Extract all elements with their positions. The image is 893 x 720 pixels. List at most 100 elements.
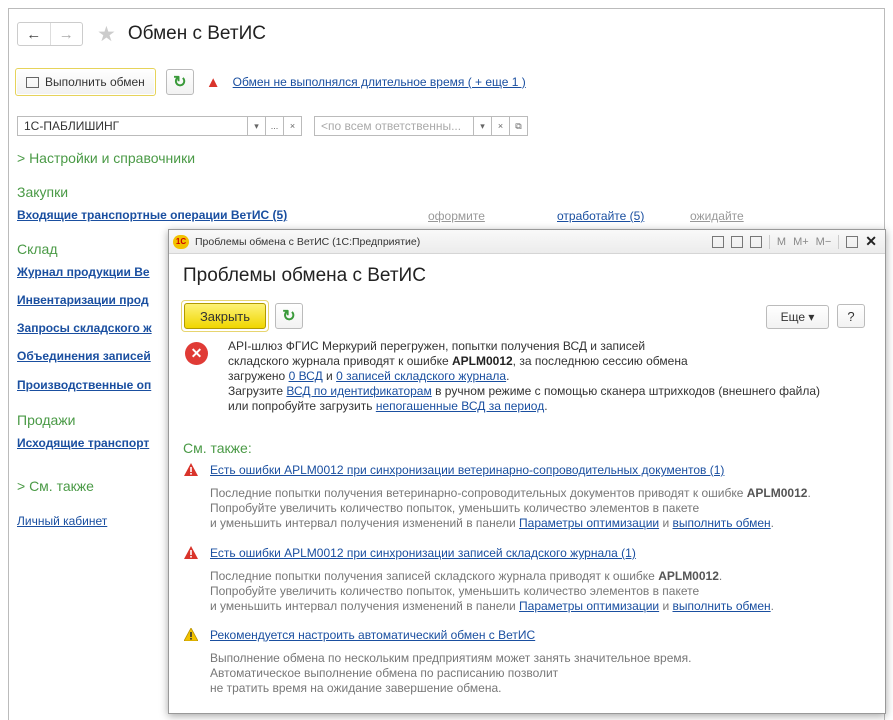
personal-cabinet-link[interactable]: Личный кабинет [17, 514, 107, 528]
dialog-heading: Проблемы обмена с ВетИС [183, 265, 426, 286]
run-exchange-link[interactable]: выполнить обмен [673, 516, 771, 530]
error-code: APLM0012 [658, 569, 719, 583]
close-button[interactable]: Закрыть [184, 303, 266, 329]
form-titlebar: ← → ★ Обмен с ВетИС [9, 9, 884, 59]
message-text: Загрузите [228, 384, 287, 398]
page-title: Обмен с ВетИС [127, 23, 266, 44]
incoming-transport-link[interactable]: Входящие транспортные операции ВетИС (5) [17, 208, 287, 222]
message-text: . [506, 369, 510, 383]
description-text: Выполнение обмена по нескольким предприя… [210, 651, 692, 665]
error-message: API-шлюз ФГИС Меркурий перегружен, попыт… [228, 339, 878, 414]
organization-select-button[interactable]: ... [266, 116, 284, 136]
settings-toggle[interactable]: > Настройки и справочники [17, 150, 195, 166]
nav-buttons: ← → [17, 22, 83, 46]
vsd-by-id-link[interactable]: ВСД по идентификаторам [286, 384, 431, 398]
description-text: Попробуйте увеличить количество попыток,… [210, 501, 700, 515]
run-exchange-button[interactable]: Выполнить обмен [15, 68, 156, 96]
journal-errors-link[interactable]: Есть ошибки APLM0012 при синхронизации з… [210, 546, 636, 560]
process-link[interactable]: отработайте (5) [557, 209, 644, 223]
warehouse-link[interactable]: Объединения записей [17, 349, 151, 363]
auto-exchange-description: Выполнение обмена по нескольким предприя… [210, 651, 870, 696]
see-also-toggle[interactable]: > См. также [17, 478, 94, 494]
auto-exchange-link[interactable]: Рекомендуется настроить автоматический о… [210, 628, 535, 642]
back-arrow-icon[interactable]: ← [18, 23, 50, 45]
wait-link[interactable]: ожидайте [690, 209, 744, 223]
dialog-refresh-button[interactable]: ↻ [275, 303, 303, 329]
description-text: Последние попытки получения записей скла… [210, 569, 659, 583]
description-text: Попробуйте увеличить количество попыток,… [210, 584, 700, 598]
warehouse-link[interactable]: Инвентаризации прод [17, 293, 149, 307]
refresh-button[interactable]: ↻ [165, 69, 194, 95]
refresh-icon: ↻ [173, 74, 187, 91]
filter-row: 1С-ПАБЛИШИНГ ▾ ... × <по всем ответствен… [17, 116, 528, 136]
message-text: , за последнюю сессию обмена [512, 354, 688, 368]
description-text: . [807, 486, 811, 500]
sales-heading: Продажи [17, 412, 76, 428]
message-text: и [322, 369, 337, 383]
print-icon[interactable] [711, 235, 724, 248]
unclosed-vsd-link[interactable]: непогашенные ВСД за период [376, 399, 544, 413]
description-text: и [659, 516, 673, 530]
error-triangle-icon [184, 546, 198, 559]
warehouse-heading: Склад [17, 241, 58, 257]
organization-value: 1С-ПАБЛИШИНГ [24, 119, 120, 133]
star-icon[interactable]: ★ [97, 22, 116, 47]
description-text: и [659, 599, 673, 613]
message-text: или попробуйте загрузить [228, 399, 376, 413]
calculator-icon[interactable] [730, 235, 743, 248]
error-code: APLM0012 [746, 486, 808, 500]
organization-field[interactable]: 1С-ПАБЛИШИНГ [17, 116, 248, 136]
warning-link[interactable]: Обмен не выполнялся длительное время ( +… [233, 75, 526, 89]
dialog-window-title: Проблемы обмена с ВетИС (1С:Предприятие) [195, 235, 421, 248]
description-text: . [770, 516, 774, 530]
see-also-heading: См. также: [183, 440, 252, 456]
description-text: . [770, 599, 774, 613]
error-code: APLM0012 [451, 354, 513, 368]
warning-icon: ▲ [205, 73, 221, 91]
responsible-open-button[interactable]: ⧉ [510, 116, 528, 136]
dialog-title-tools: M M+ M− ✕ [711, 233, 885, 250]
maximize-icon[interactable] [846, 235, 859, 248]
warehouse-link[interactable]: Запросы складского ж [17, 321, 152, 335]
message-text: . [544, 399, 548, 413]
description-text: и уменьшить интервал получения изменений… [210, 516, 520, 530]
responsible-clear-button[interactable]: × [492, 116, 510, 136]
memory-m-button[interactable]: M [777, 236, 786, 248]
forward-arrow-icon[interactable]: → [49, 23, 83, 45]
memory-minus-button[interactable]: M− [816, 236, 832, 248]
problems-dialog: 1С Проблемы обмена с ВетИС (1С:Предприят… [168, 229, 886, 714]
warning-triangle-icon [184, 628, 198, 641]
main-toolbar: Выполнить обмен ↻ ▲ Обмен не выполнялся … [15, 68, 526, 96]
run-exchange-link[interactable]: выполнить обмен [673, 599, 771, 613]
memory-plus-button[interactable]: M+ [793, 236, 809, 248]
journal-records-link[interactable]: 0 записей складского журнала [336, 369, 506, 383]
message-text: в ручном режиме с помощью сканера штрихк… [431, 384, 821, 398]
more-button[interactable]: Еще ▾ [766, 305, 829, 329]
message-text: складского журнала приводят к ошибке [228, 354, 452, 368]
responsible-dropdown-button[interactable]: ▾ [474, 116, 492, 136]
organization-clear-button[interactable]: × [284, 116, 302, 136]
exchange-icon [26, 76, 39, 88]
message-text: загружено [228, 369, 289, 383]
warehouse-link[interactable]: Производственные оп [17, 378, 151, 392]
optimization-params-link[interactable]: Параметры оптимизации [519, 599, 659, 613]
dialog-titlebar: 1С Проблемы обмена с ВетИС (1С:Предприят… [169, 230, 885, 254]
run-exchange-label: Выполнить обмен [45, 75, 145, 89]
calendar-icon[interactable] [749, 235, 762, 248]
description-text: . [718, 569, 723, 583]
optimization-params-link[interactable]: Параметры оптимизации [519, 516, 659, 530]
vsd-errors-link[interactable]: Есть ошибки APLM0012 при синхронизации в… [210, 463, 724, 477]
format-link[interactable]: оформите [428, 209, 485, 223]
outgoing-transport-link[interactable]: Исходящие транспорт [17, 436, 149, 450]
warehouse-link[interactable]: Журнал продукции Ве [17, 265, 150, 279]
message-text: API-шлюз ФГИС Меркурий перегружен, попыт… [228, 339, 646, 353]
error-icon: ✕ [185, 342, 208, 365]
1c-logo-icon: 1С [173, 234, 189, 249]
responsible-field[interactable]: <по всем ответственны... [314, 116, 474, 136]
help-button[interactable]: ? [837, 304, 865, 328]
vsd-errors-description: Последние попытки получения ветеринарно-… [210, 486, 870, 531]
close-icon[interactable]: ✕ [865, 233, 877, 250]
organization-dropdown-button[interactable]: ▾ [248, 116, 266, 136]
vsd-count-link[interactable]: 0 ВСД [289, 369, 323, 383]
refresh-icon: ↻ [282, 308, 296, 325]
